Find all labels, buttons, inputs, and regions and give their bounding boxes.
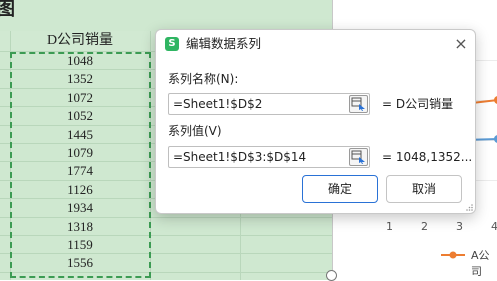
resize-grip-icon[interactable]: [465, 203, 473, 211]
series-name-preview: = D公司销量: [382, 97, 454, 111]
x-tick-label: 3: [456, 220, 463, 233]
range-picker-button[interactable]: [349, 95, 368, 113]
cell-value[interactable]: 1159: [11, 236, 149, 254]
x-tick-label: 4: [491, 220, 497, 233]
column-header-d[interactable]: D公司销量: [11, 31, 149, 51]
series-values-label: 系列值(V): [168, 124, 222, 138]
cell-value[interactable]: 1318: [11, 218, 149, 236]
range-select-icon: [351, 97, 365, 111]
x-tick-label: 2: [421, 220, 428, 233]
partial-title-glyph: 图: [0, 0, 15, 20]
app-icon: S: [165, 37, 179, 51]
title-strip: 图: [0, 0, 332, 32]
column-divider: [150, 31, 151, 280]
column-divider: [10, 31, 11, 280]
cell-value[interactable]: 1556: [11, 254, 149, 272]
table-row: 1318: [0, 218, 332, 236]
cell-value[interactable]: 1445: [11, 126, 149, 144]
table-row: 1556: [0, 254, 332, 273]
cell-value[interactable]: 1774: [11, 162, 149, 180]
range-picker-button[interactable]: [349, 148, 368, 166]
x-tick-label: 1: [386, 220, 393, 233]
series-name-input[interactable]: =Sheet1!$D$2: [168, 93, 370, 115]
series-values-preview: = 1048,1352...: [382, 150, 473, 164]
ok-button[interactable]: 确定: [302, 175, 378, 203]
cell-value[interactable]: 1079: [11, 144, 149, 162]
cell-value[interactable]: 1934: [11, 199, 149, 217]
close-icon[interactable]: ×: [452, 35, 470, 53]
legend-label: A公司: [471, 249, 490, 278]
legend-marker-orange: [449, 251, 457, 259]
series-name-label: 系列名称(N):: [168, 72, 239, 86]
cancel-button[interactable]: 取消: [386, 175, 462, 203]
series-values-input[interactable]: =Sheet1!$D$3:$D$14: [168, 146, 370, 168]
cell-value[interactable]: 1052: [11, 107, 149, 125]
table-row: 1159: [0, 236, 332, 255]
dialog-title: 编辑数据系列: [186, 36, 262, 51]
cell-value[interactable]: 1048: [11, 52, 149, 70]
cell-value[interactable]: 1126: [11, 181, 149, 199]
cell-value[interactable]: 1352: [11, 70, 149, 88]
chart-resize-handle[interactable]: [326, 270, 337, 281]
edit-series-dialog: S 编辑数据系列 × 系列名称(N): =Sheet1!$D$2 = D公司销量…: [155, 29, 476, 214]
range-select-icon: [351, 150, 365, 164]
cell-value[interactable]: 1072: [11, 89, 149, 107]
